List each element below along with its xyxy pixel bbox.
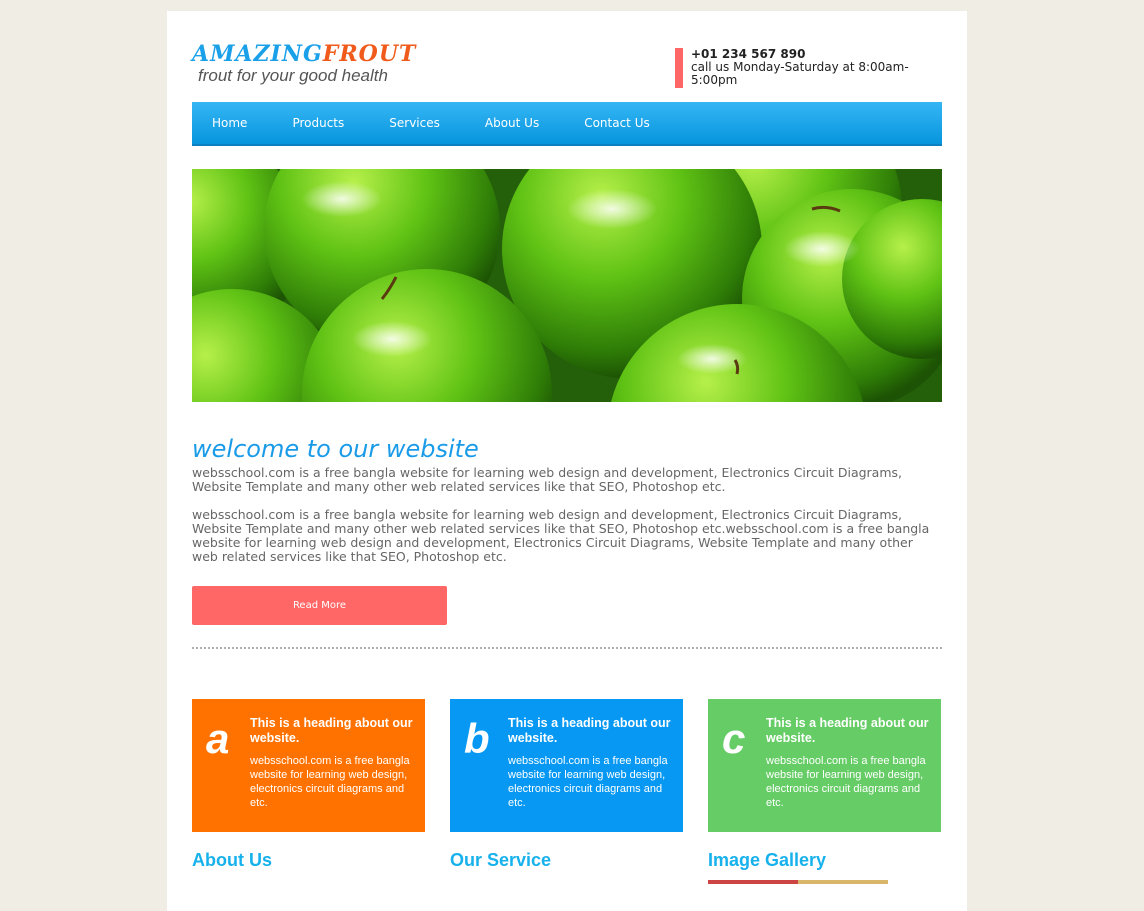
green-apples-illustration — [192, 169, 942, 402]
read-more-button[interactable]: Read More — [192, 586, 447, 625]
welcome-paragraph-1: websschool.com is a free bangla website … — [192, 465, 902, 494]
logo-word-frout: FROUT — [322, 41, 417, 67]
feature-box-c[interactable]: c This is a heading about our website. w… — [708, 699, 941, 832]
feature-box-b[interactable]: b This is a heading about our website. w… — [450, 699, 683, 832]
site-logo[interactable]: AMAZINGFROUT frout for your good health — [192, 41, 452, 91]
feature-letter: a — [206, 715, 230, 762]
page-container: AMAZINGFROUT frout for your good health … — [167, 11, 967, 911]
welcome-paragraph-2: websschool.com is a free bangla website … — [192, 507, 930, 564]
logo-word-amazing: AMAZING — [192, 41, 323, 67]
feature-heading: This is a heading about our website. — [508, 716, 671, 745]
nav-about-us[interactable]: About Us — [485, 102, 539, 144]
contact-hours: call us Monday-Saturday at 8:00am-5:00pm — [691, 60, 909, 87]
contact-info: +01 234 567 890 call us Monday-Saturday … — [675, 48, 946, 88]
logo-wordmark: AMAZINGFROUT — [192, 41, 416, 67]
feature-box-a[interactable]: a This is a heading about our website. w… — [192, 699, 425, 832]
feature-letter: b — [464, 715, 490, 762]
feature-heading: This is a heading about our website. — [250, 716, 413, 745]
feature-heading: This is a heading about our website. — [766, 716, 929, 745]
gallery-thumbnail-strip[interactable] — [708, 880, 888, 884]
feature-text: websschool.com is a free bangla website … — [508, 755, 668, 809]
nav-products[interactable]: Products — [292, 102, 344, 144]
hero-banner-image — [192, 169, 942, 402]
feature-text: websschool.com is a free bangla website … — [766, 755, 926, 809]
dotted-divider — [192, 647, 942, 649]
feature-text: websschool.com is a free bangla website … — [250, 755, 410, 809]
feature-letter: c — [722, 715, 746, 762]
logo-tagline: frout for your good health — [198, 66, 388, 85]
our-service-heading: Our Service — [450, 850, 552, 870]
image-gallery-heading: Image Gallery — [708, 850, 827, 870]
about-us-heading: About Us — [192, 850, 272, 870]
nav-home[interactable]: Home — [212, 102, 247, 144]
main-navigation: Home Products Services About Us Contact … — [192, 102, 942, 146]
nav-contact-us[interactable]: Contact Us — [584, 102, 650, 144]
welcome-heading: welcome to our website — [192, 435, 479, 463]
nav-services[interactable]: Services — [389, 102, 440, 144]
